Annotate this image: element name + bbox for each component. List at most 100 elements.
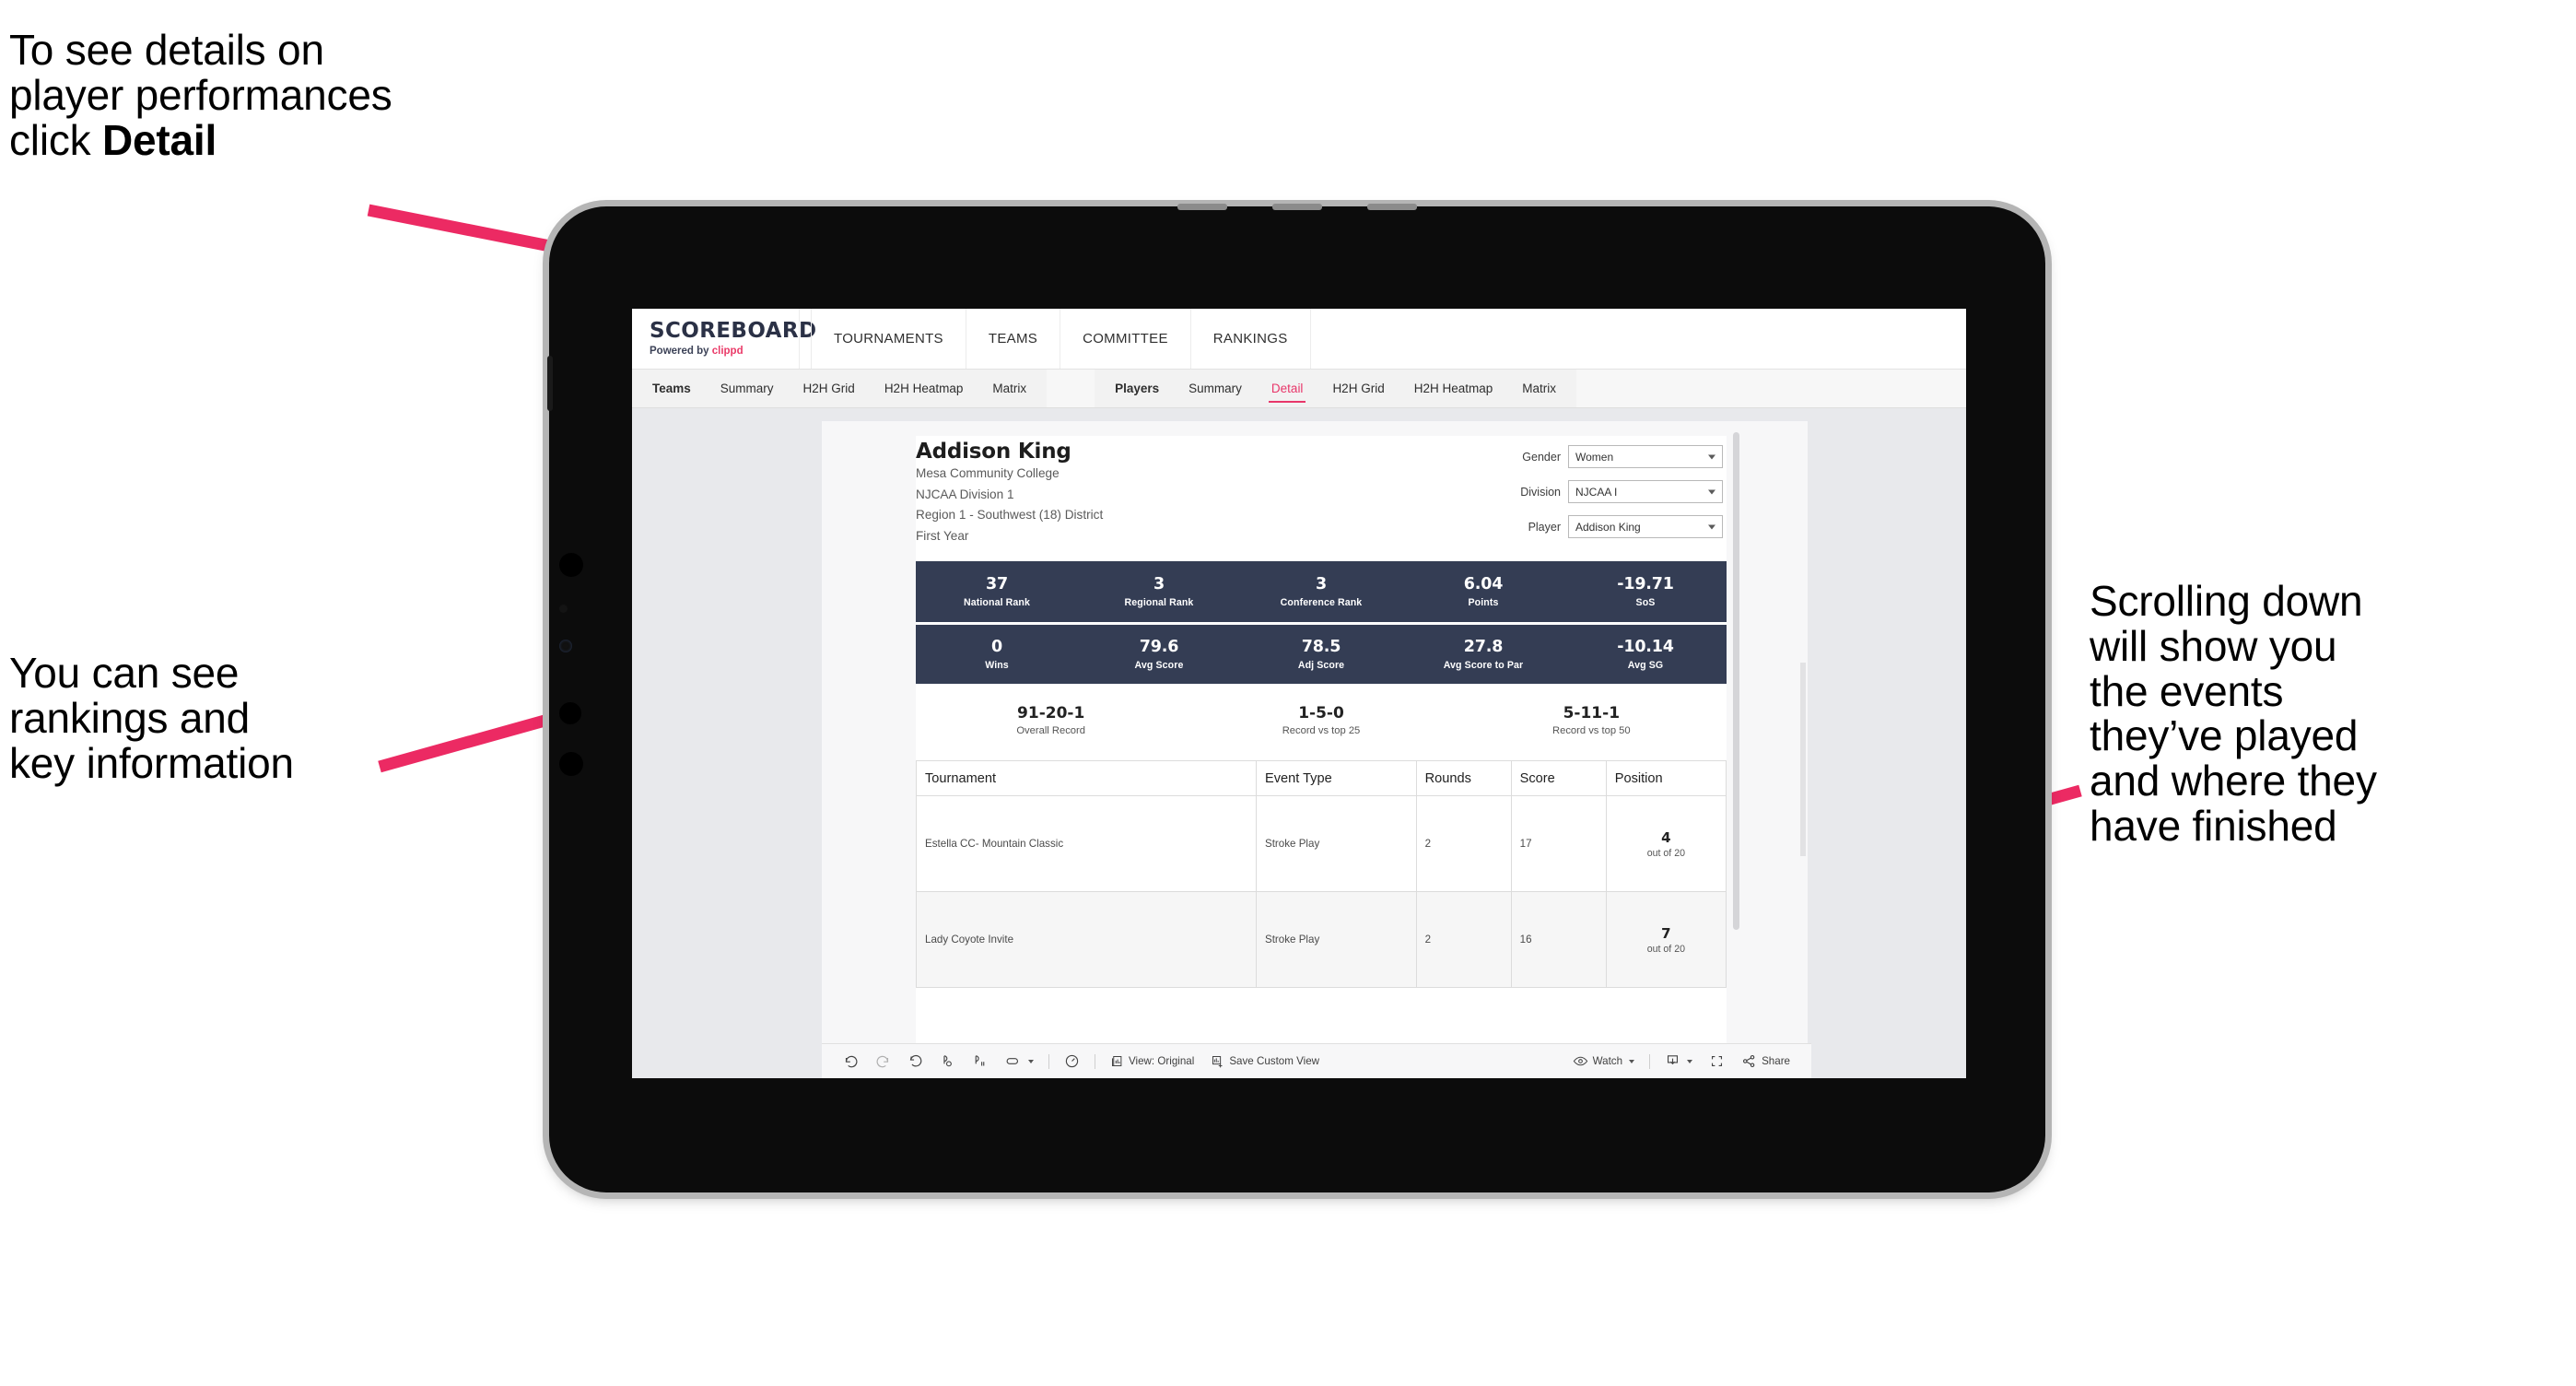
stat-value: 3 bbox=[1153, 575, 1165, 594]
toolbar-divider bbox=[1048, 1053, 1049, 1069]
fullscreen-button[interactable] bbox=[1701, 1044, 1733, 1078]
view-original-button[interactable]: View: Original bbox=[1102, 1044, 1202, 1078]
nav-item-committee[interactable]: COMMITTEE bbox=[1060, 309, 1191, 369]
viz-work-area: Addison King Mesa Community College NJCA… bbox=[632, 408, 1966, 1078]
highlight-button[interactable] bbox=[996, 1044, 1042, 1078]
stat-avg-sg: -10.14 Avg SG bbox=[1564, 638, 1727, 671]
nav-item-teams[interactable]: TEAMS bbox=[966, 309, 1061, 369]
filter-player-row: Player Addison King bbox=[1446, 515, 1723, 538]
clippd-brand-text: clippd bbox=[711, 346, 744, 357]
save-custom-view-icon bbox=[1212, 1056, 1223, 1068]
col-header-tournament[interactable]: Tournament bbox=[916, 760, 1257, 797]
viz-scrollbar-inner[interactable] bbox=[1800, 663, 1806, 856]
record-label: Record vs top 50 bbox=[1552, 725, 1631, 737]
annotation-scrolling-down: Scrolling down will show you the events … bbox=[2090, 577, 2377, 850]
pause-auto-update-icon bbox=[975, 1055, 985, 1066]
view-original-icon bbox=[1112, 1056, 1122, 1066]
cell-rounds: 2 bbox=[1415, 795, 1512, 893]
filter-player-select[interactable]: Addison King bbox=[1568, 515, 1723, 538]
cell-position: 7 out of 20 bbox=[1605, 891, 1727, 989]
filter-division-row: Division NJCAA I bbox=[1446, 480, 1723, 503]
stat-value: -10.14 bbox=[1617, 638, 1674, 657]
record-value: 91-20-1 bbox=[1017, 704, 1085, 723]
stat-adj-score: 78.5 Adj Score bbox=[1240, 638, 1402, 671]
eye-icon bbox=[1573, 1056, 1587, 1066]
stat-label: Avg SG bbox=[1627, 660, 1664, 672]
sheet-tab-strip: Teams Summary H2H Grid H2H Heatmap Matri… bbox=[632, 370, 1966, 408]
table-row[interactable]: Lady Coyote Invite Stroke Play 2 16 7 ou… bbox=[916, 891, 1727, 989]
stat-wins: 0 Wins bbox=[916, 638, 1078, 671]
col-header-rounds[interactable]: Rounds bbox=[1415, 760, 1512, 797]
tab-players-summary[interactable]: Summary bbox=[1174, 370, 1257, 407]
tab-players[interactable]: Players bbox=[1100, 370, 1174, 407]
filter-gender-select[interactable]: Women bbox=[1568, 445, 1723, 468]
tab-players-detail[interactable]: Detail bbox=[1257, 370, 1318, 407]
watch-label: Watch bbox=[1592, 1055, 1623, 1067]
redo-button[interactable] bbox=[867, 1044, 899, 1078]
stat-label: Avg Score to Par bbox=[1443, 660, 1524, 672]
tab-players-h2h-grid[interactable]: H2H Grid bbox=[1317, 370, 1399, 407]
stat-label: Adj Score bbox=[1297, 660, 1345, 672]
device-side-button bbox=[547, 356, 553, 411]
watch-button[interactable]: Watch bbox=[1564, 1044, 1643, 1078]
slide-canvas: To see details on player performances cl… bbox=[0, 0, 2576, 1386]
tab-teams-summary[interactable]: Summary bbox=[706, 370, 789, 407]
col-header-position[interactable]: Position bbox=[1605, 760, 1727, 797]
tab-players-matrix[interactable]: Matrix bbox=[1507, 370, 1571, 407]
powered-by-text: Powered by bbox=[650, 346, 712, 357]
device-camera-lens bbox=[559, 553, 583, 577]
undo-icon bbox=[845, 1055, 858, 1068]
table-header-row: Tournament Event Type Rounds Score Posit… bbox=[916, 760, 1727, 797]
annotation-rankings-info: You can see rankings and key information bbox=[9, 649, 294, 787]
cell-position: 4 out of 20 bbox=[1605, 795, 1727, 893]
viz-scrollbar[interactable] bbox=[1733, 432, 1739, 930]
share-button[interactable]: Share bbox=[1733, 1044, 1798, 1078]
stat-value: 37 bbox=[986, 575, 1008, 594]
filter-panel: Gender Women Division NJCAA I Player Add… bbox=[1446, 445, 1723, 550]
tab-teams-matrix[interactable]: Matrix bbox=[978, 370, 1041, 407]
tab-group-players: Players Summary Detail H2H Grid H2H Heat… bbox=[1095, 370, 1576, 407]
col-header-event-type[interactable]: Event Type bbox=[1255, 760, 1417, 797]
tablet-screen: SCOREBOARD Powered by clippd TOURNAMENTS… bbox=[632, 309, 1966, 1078]
primary-navigation: TOURNAMENTS TEAMS COMMITTEE RANKINGS bbox=[800, 309, 1311, 369]
col-header-score[interactable]: Score bbox=[1510, 760, 1607, 797]
share-label: Share bbox=[1762, 1055, 1790, 1067]
highlight-icon bbox=[1006, 1058, 1019, 1064]
record-overall: 91-20-1 Overall Record bbox=[916, 704, 1186, 736]
tab-teams[interactable]: Teams bbox=[638, 370, 706, 407]
tab-teams-h2h-grid[interactable]: H2H Grid bbox=[789, 370, 870, 407]
stat-regional-rank: 3 Regional Rank bbox=[1078, 575, 1240, 608]
filter-division-value: NJCAA I bbox=[1575, 485, 1618, 499]
undo-button[interactable] bbox=[835, 1044, 867, 1078]
record-vs-top-25: 1-5-0 Record vs top 25 bbox=[1186, 704, 1456, 736]
cell-score: 16 bbox=[1510, 891, 1607, 989]
stat-value: -19.71 bbox=[1617, 575, 1674, 594]
pause-auto-update-button[interactable] bbox=[964, 1044, 996, 1078]
revert-button[interactable] bbox=[899, 1044, 931, 1078]
device-flash bbox=[559, 752, 583, 776]
position-out-of: out of 20 bbox=[1646, 943, 1685, 955]
stat-value: 3 bbox=[1316, 575, 1327, 594]
view-original-label: View: Original bbox=[1129, 1055, 1195, 1067]
tab-players-h2h-heatmap[interactable]: H2H Heatmap bbox=[1399, 370, 1508, 407]
refresh-data-button[interactable] bbox=[931, 1044, 964, 1078]
device-preview-button[interactable] bbox=[1056, 1044, 1088, 1078]
nav-item-rankings[interactable]: RANKINGS bbox=[1191, 309, 1311, 369]
nav-item-tournaments[interactable]: TOURNAMENTS bbox=[811, 309, 966, 369]
scoreboard-logo[interactable]: SCOREBOARD Powered by clippd bbox=[632, 309, 816, 369]
save-custom-view-button[interactable]: Save Custom View bbox=[1202, 1044, 1328, 1078]
record-vs-top-50: 5-11-1 Record vs top 50 bbox=[1457, 704, 1727, 736]
scoring-stats-band: 0 Wins 79.6 Avg Score 78.5 Adj Score 27.… bbox=[916, 625, 1727, 685]
download-button[interactable] bbox=[1657, 1044, 1701, 1078]
chevron-down-icon bbox=[1708, 454, 1715, 459]
cell-tournament: Lady Coyote Invite bbox=[916, 891, 1257, 989]
position-out-of: out of 20 bbox=[1646, 847, 1685, 859]
toolbar-divider bbox=[1649, 1053, 1651, 1069]
annotation-click-detail: To see details on player performances cl… bbox=[9, 28, 599, 162]
cell-event-type: Stroke Play bbox=[1255, 891, 1417, 989]
position-number: 4 bbox=[1661, 828, 1671, 846]
filter-division-select[interactable]: NJCAA I bbox=[1568, 480, 1723, 503]
tab-teams-h2h-heatmap[interactable]: H2H Heatmap bbox=[870, 370, 978, 407]
filter-player-value: Addison King bbox=[1575, 520, 1641, 534]
table-row[interactable]: Estella CC- Mountain Classic Stroke Play… bbox=[916, 795, 1727, 893]
